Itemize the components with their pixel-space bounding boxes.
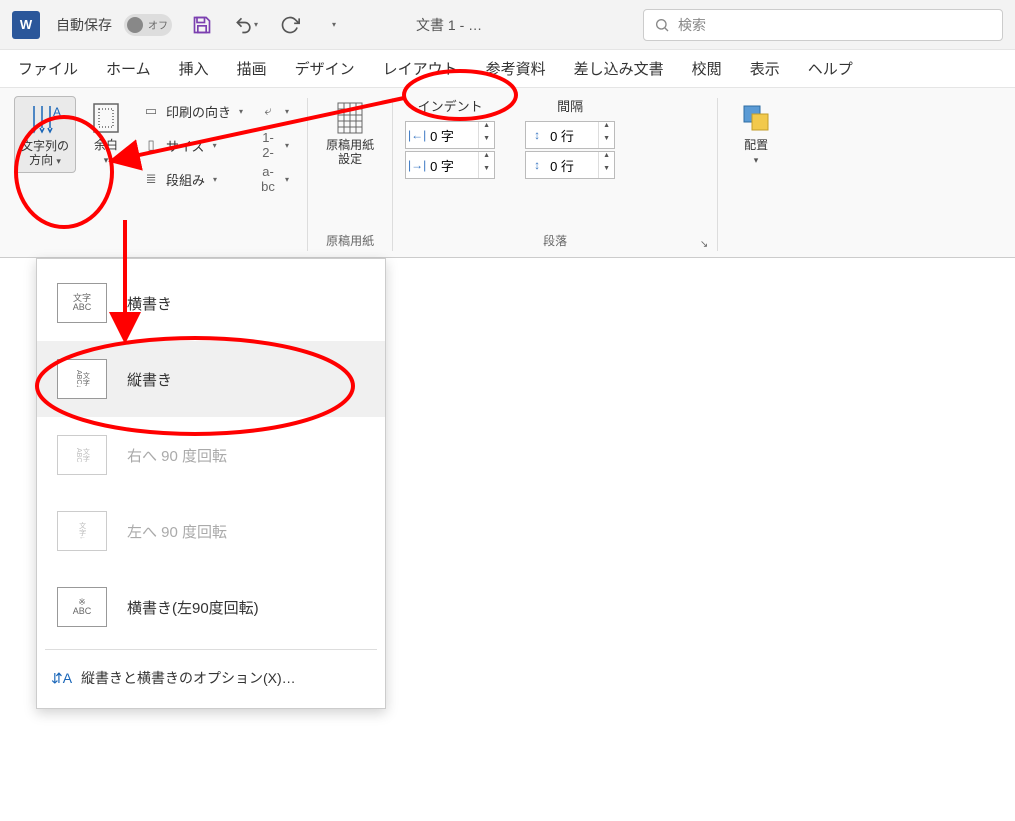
tab-help[interactable]: ヘルプ: [796, 52, 865, 85]
indent-right-spinner[interactable]: |→|0 字▲▼: [405, 151, 495, 179]
tab-design[interactable]: デザイン: [283, 52, 367, 85]
document-title[interactable]: 文書 1 - …: [416, 15, 482, 35]
undo-button[interactable]: ▾: [232, 11, 260, 39]
indent-left-icon: |←|: [406, 128, 428, 142]
manuscript-label: 原稿用紙設定: [326, 138, 374, 167]
qat-overflow-button[interactable]: ▾: [320, 11, 348, 39]
indent-left-spinner[interactable]: |←|0 字▲▼: [405, 121, 495, 149]
rotate-right-thumb-icon: 文字ABC: [57, 435, 107, 475]
columns-button[interactable]: ≣段組み▾: [136, 164, 249, 194]
dropdown-separator: [45, 649, 377, 650]
spacing-before-spinner[interactable]: ↕0 行▲▼: [525, 121, 615, 149]
indent-right-icon: |→|: [406, 158, 428, 172]
text-direction-dropdown: 文字ABC 横書き 文字ABC↓ 縦書き 文字ABC 右へ 90 度回転 文字↓…: [36, 258, 386, 709]
line-numbers-icon: 1-2-: [259, 130, 277, 160]
text-direction-button[interactable]: A 文字列の方向 ▾: [14, 96, 76, 173]
breaks-icon: ⤶: [259, 103, 277, 119]
rotate-left-thumb-icon: 文字↓: [57, 511, 107, 551]
spacing-header: 間隔: [525, 96, 615, 115]
page-setup-group: A 文字列の方向 ▾ 余白▾ ▭印刷の向き▾ ▯サイズ▾ ≣段組み▾ ⤶▾ 1-…: [4, 92, 305, 257]
tab-layout[interactable]: レイアウト: [371, 52, 470, 85]
options-icon: ⇵A: [51, 670, 71, 687]
autosave-toggle[interactable]: オフ: [124, 14, 172, 36]
tab-file[interactable]: ファイル: [6, 52, 90, 85]
vertical-thumb-icon: 文字ABC↓: [57, 359, 107, 399]
indent-header: インデント: [405, 96, 495, 115]
margins-icon: [88, 100, 124, 136]
paragraph-dialog-launcher[interactable]: ↘: [697, 239, 711, 253]
title-bar: W 自動保存 オフ ▾ ▾ 文書 1 - … 検索: [0, 0, 1015, 50]
text-direction-icon: A: [27, 101, 63, 137]
tab-view[interactable]: 表示: [738, 52, 792, 85]
horizontal-rotated-thumb-icon: ※ABC: [57, 587, 107, 627]
word-app-icon: W: [12, 11, 40, 39]
save-icon[interactable]: [188, 11, 216, 39]
paragraph-group-label: 段落: [405, 232, 705, 253]
option-rotate-right: 文字ABC 右へ 90 度回転: [37, 417, 385, 493]
arrange-icon: [738, 100, 774, 136]
option-horizontal[interactable]: 文字ABC 横書き: [37, 265, 385, 341]
tab-home[interactable]: ホーム: [94, 52, 163, 85]
arrange-button[interactable]: 配置▾: [730, 96, 782, 171]
columns-icon: ≣: [142, 171, 160, 187]
horizontal-thumb-icon: 文字ABC: [57, 283, 107, 323]
ribbon-tabs: ファイル ホーム 挿入 描画 デザイン レイアウト 参考資料 差し込み文書 校閲…: [0, 50, 1015, 88]
tab-review[interactable]: 校閲: [680, 52, 734, 85]
orientation-icon: ▭: [142, 103, 160, 119]
hyphenation-button[interactable]: a-bc▾: [253, 164, 295, 194]
manuscript-group-label: 原稿用紙: [320, 232, 380, 253]
autosave-label: 自動保存: [56, 15, 112, 35]
redo-button[interactable]: [276, 11, 304, 39]
search-icon: [654, 17, 670, 33]
option-vertical[interactable]: 文字ABC↓ 縦書き: [37, 341, 385, 417]
tab-references[interactable]: 参考資料: [474, 52, 558, 85]
paragraph-group: インデント |←|0 字▲▼ |→|0 字▲▼ 間隔 ↕0 行▲▼ ↕0 行▲▼…: [395, 92, 715, 257]
tab-draw[interactable]: 描画: [225, 52, 279, 85]
orientation-button[interactable]: ▭印刷の向き▾: [136, 96, 249, 126]
tab-mailings[interactable]: 差し込み文書: [562, 52, 676, 85]
manuscript-group: 原稿用紙設定 原稿用紙: [310, 92, 390, 257]
option-horizontal-rotated[interactable]: ※ABC 横書き(左90度回転): [37, 569, 385, 645]
breaks-button[interactable]: ⤶▾: [253, 96, 295, 126]
svg-text:A: A: [53, 105, 61, 119]
spacing-after-icon: ↕: [526, 158, 548, 172]
size-icon: ▯: [142, 137, 160, 153]
ribbon-layout: A 文字列の方向 ▾ 余白▾ ▭印刷の向き▾ ▯サイズ▾ ≣段組み▾ ⤶▾ 1-…: [0, 88, 1015, 258]
spacing-before-icon: ↕: [526, 128, 548, 142]
size-button[interactable]: ▯サイズ▾: [136, 130, 249, 160]
manuscript-paper-button[interactable]: 原稿用紙設定: [320, 96, 380, 171]
spacing-after-spinner[interactable]: ↕0 行▲▼: [525, 151, 615, 179]
manuscript-icon: [332, 100, 368, 136]
hyphenation-icon: a-bc: [259, 164, 277, 194]
line-numbers-button[interactable]: 1-2-▾: [253, 130, 295, 160]
search-box[interactable]: 検索: [643, 9, 1003, 41]
arrange-group: 配置▾: [720, 92, 792, 257]
tab-insert[interactable]: 挿入: [167, 52, 221, 85]
option-rotate-left: 文字↓ 左へ 90 度回転: [37, 493, 385, 569]
text-direction-options[interactable]: ⇵A 縦書きと横書きのオプション(X)…: [37, 654, 385, 702]
margins-button[interactable]: 余白▾: [80, 96, 132, 171]
